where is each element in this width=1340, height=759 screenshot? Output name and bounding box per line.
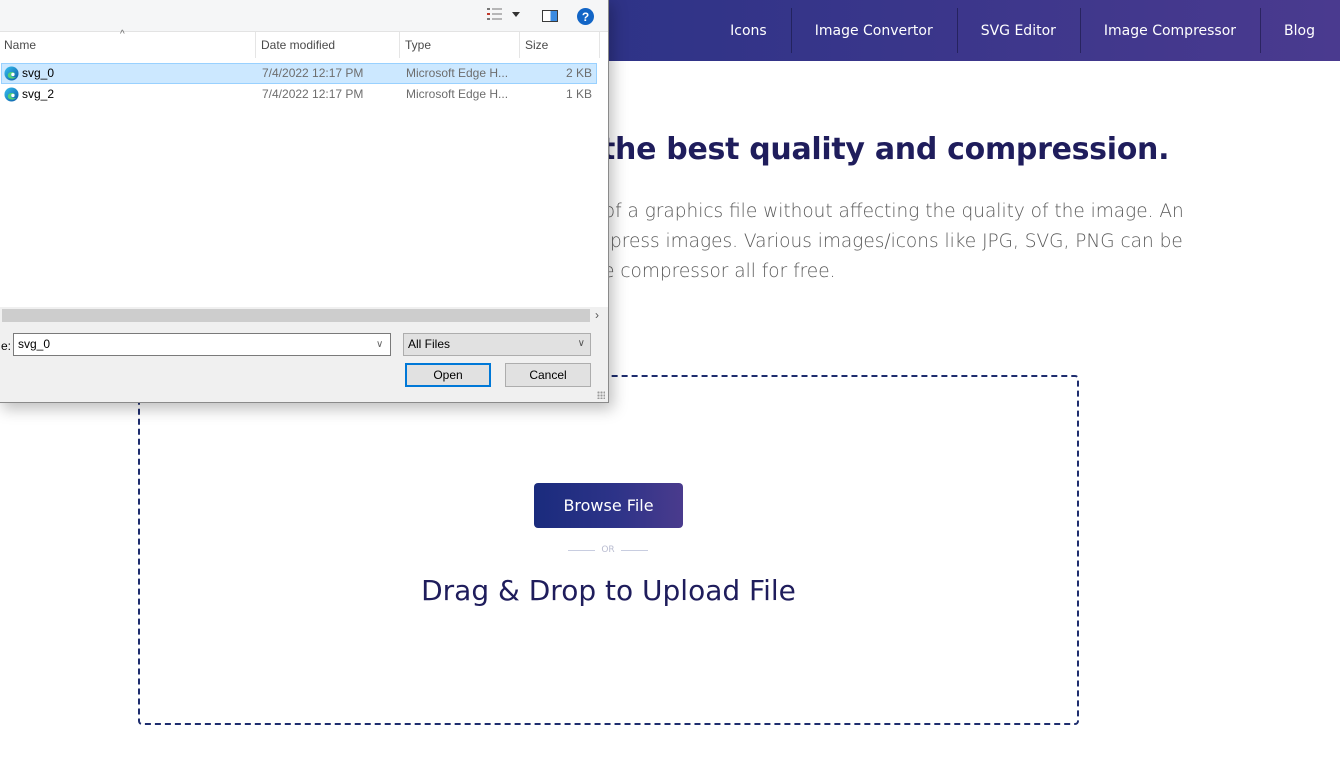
scroll-right-icon[interactable]: › bbox=[595, 308, 599, 322]
resize-grip-icon[interactable] bbox=[597, 391, 605, 399]
hero-description-line: ge compressor all for free. bbox=[592, 261, 836, 282]
file-row[interactable]: svg_0 7/4/2022 12:17 PM Microsoft Edge H… bbox=[1, 63, 597, 84]
column-date-modified[interactable]: Date modified bbox=[256, 32, 400, 58]
change-view-icon[interactable] bbox=[487, 7, 503, 21]
file-type-filter-value: All Files bbox=[408, 337, 451, 351]
file-name: svg_0 bbox=[22, 66, 55, 80]
horizontal-scrollbar[interactable]: › bbox=[0, 307, 608, 324]
browse-file-button[interactable]: Browse File bbox=[534, 483, 683, 528]
edge-file-icon bbox=[4, 66, 19, 81]
hero-description-line: mpress images. Various images/icons like… bbox=[592, 231, 1183, 252]
column-size[interactable]: Size bbox=[520, 32, 600, 58]
open-button[interactable]: Open bbox=[405, 363, 491, 387]
hero-description: , of a graphics file without affecting t… bbox=[592, 197, 1292, 287]
file-list: ^ Name Date modified Type Size svg_0 7/4… bbox=[0, 29, 608, 307]
file-date: 7/4/2022 12:17 PM bbox=[262, 66, 364, 80]
nav-image-convertor[interactable]: Image Convertor bbox=[790, 0, 957, 61]
file-row[interactable]: svg_2 7/4/2022 12:17 PM Microsoft Edge H… bbox=[1, 84, 597, 105]
nav-icons[interactable]: Icons bbox=[706, 0, 791, 61]
file-name-input[interactable]: svg_0 bbox=[13, 333, 391, 356]
nav-blog[interactable]: Blog bbox=[1260, 0, 1340, 61]
scrollbar-thumb[interactable] bbox=[2, 309, 590, 322]
drag-drop-label: Drag & Drop to Upload File bbox=[421, 574, 796, 607]
file-open-dialog: ? ^ Name Date modified Type Size svg_0 7… bbox=[0, 0, 609, 403]
file-type: Microsoft Edge H... bbox=[406, 87, 509, 101]
file-size: 1 KB bbox=[565, 87, 592, 101]
file-name-dropdown-icon[interactable]: ∨ bbox=[376, 339, 383, 350]
hero-title: the best quality and compression. bbox=[601, 132, 1170, 167]
hero-description-line: , of a graphics file without affecting t… bbox=[592, 201, 1184, 222]
nav-image-compressor[interactable]: Image Compressor bbox=[1079, 0, 1260, 61]
column-header: ^ Name Date modified Type Size bbox=[0, 29, 608, 58]
file-type-filter-select[interactable]: All Files ∨ bbox=[403, 333, 591, 356]
chevron-down-icon: ∨ bbox=[577, 338, 585, 349]
divider-line bbox=[568, 549, 596, 551]
file-size: 2 KB bbox=[565, 66, 592, 80]
column-type[interactable]: Type bbox=[400, 32, 520, 58]
file-date: 7/4/2022 12:17 PM bbox=[262, 87, 364, 101]
view-dropdown-icon[interactable] bbox=[512, 12, 520, 17]
column-name[interactable]: Name bbox=[0, 32, 256, 58]
file-type: Microsoft Edge H... bbox=[406, 66, 509, 80]
edge-file-icon bbox=[4, 87, 19, 102]
file-name-label: e: bbox=[1, 339, 12, 353]
dialog-toolbar: ? bbox=[0, 0, 608, 32]
or-label: OR bbox=[601, 545, 615, 555]
file-name: svg_2 bbox=[22, 87, 55, 101]
divider-line bbox=[620, 549, 648, 551]
or-divider: OR bbox=[568, 542, 648, 558]
cancel-button[interactable]: Cancel bbox=[505, 363, 591, 387]
preview-pane-icon[interactable] bbox=[542, 10, 558, 22]
help-icon[interactable]: ? bbox=[577, 8, 594, 25]
nav-svg-editor[interactable]: SVG Editor bbox=[956, 0, 1080, 61]
